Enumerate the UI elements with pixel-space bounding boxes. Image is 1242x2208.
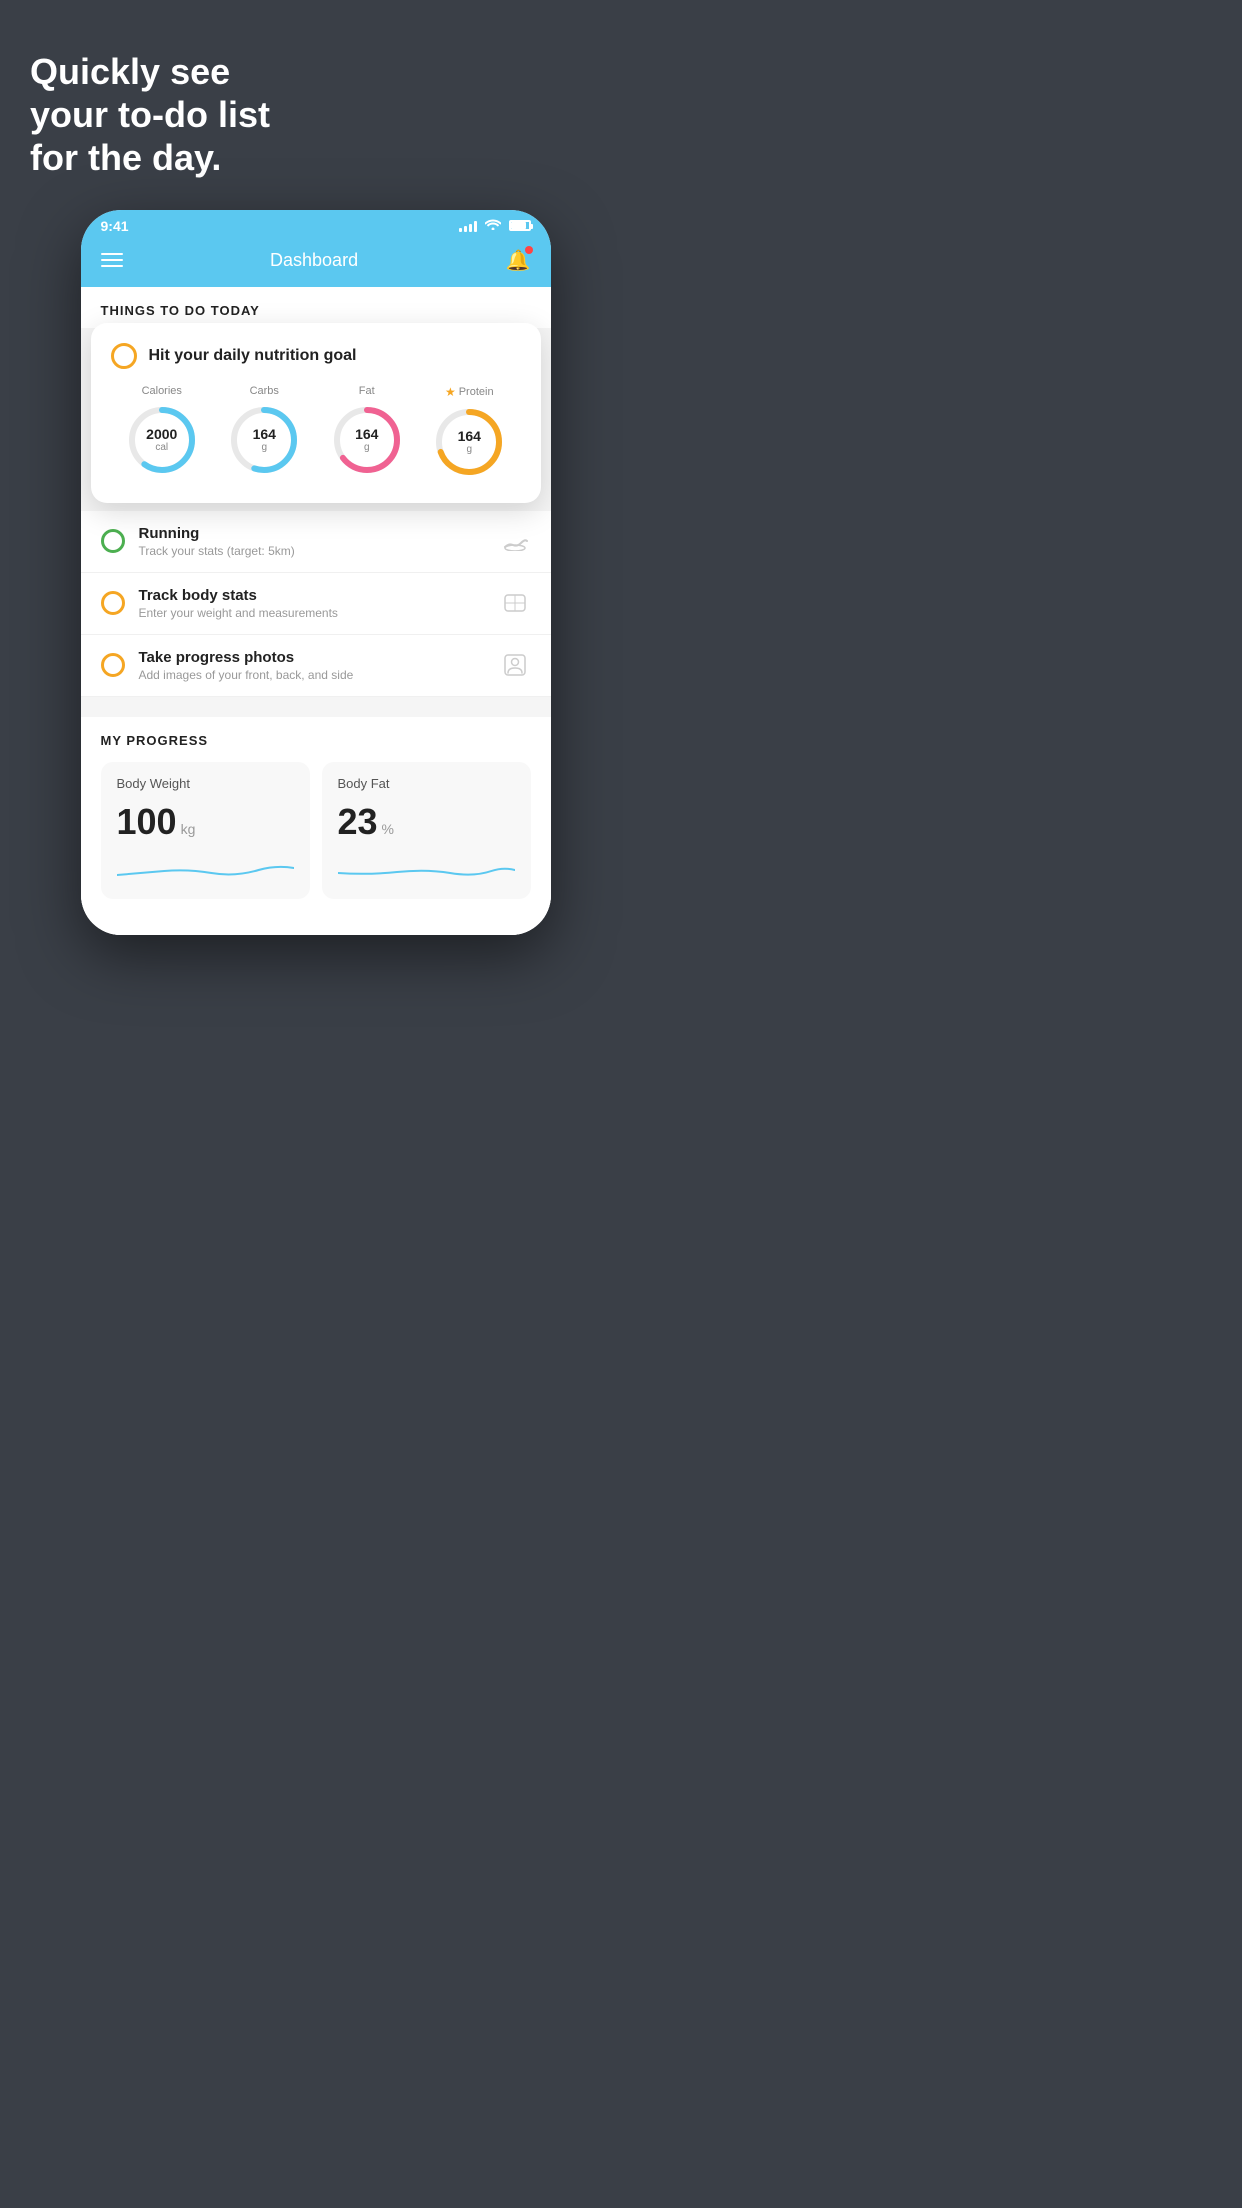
app-content: THINGS TO DO TODAY Hit your daily nutrit… — [81, 287, 551, 935]
headline-line1: Quickly see — [30, 51, 230, 92]
nutrition-protein: ★ Protein 164 g — [432, 385, 506, 479]
progress-photos-checkbox[interactable] — [101, 653, 125, 677]
nutrition-card-title: Hit your daily nutrition goal — [149, 347, 357, 365]
body-fat-value: 23 % — [338, 801, 515, 843]
carbs-unit: g — [253, 442, 276, 453]
wifi-icon — [485, 218, 501, 233]
nutrition-calories: Calories 2000 cal — [125, 385, 199, 477]
calories-unit: cal — [146, 442, 177, 453]
star-icon: ★ — [445, 385, 456, 399]
body-fat-card[interactable]: Body Fat 23 % — [322, 762, 531, 899]
battery-icon — [509, 220, 531, 231]
headline-line2: your to-do list — [30, 94, 270, 135]
calories-donut: 2000 cal — [125, 403, 199, 477]
fat-unit: g — [355, 442, 378, 453]
things-to-do-title: THINGS TO DO TODAY — [101, 303, 531, 318]
progress-photos-subtitle: Add images of your front, back, and side — [139, 668, 485, 682]
protein-unit: g — [458, 444, 481, 455]
protein-label: ★ Protein — [445, 385, 494, 399]
page-background: Quickly see your to-do list for the day.… — [0, 0, 621, 1104]
carbs-label: Carbs — [250, 385, 279, 397]
todo-item-body-stats[interactable]: Track body stats Enter your weight and m… — [81, 573, 551, 635]
app-header: Dashboard 🔔 — [81, 238, 551, 287]
fat-label: Fat — [359, 385, 375, 397]
body-weight-unit: kg — [181, 821, 196, 837]
body-stats-checkbox[interactable] — [101, 591, 125, 615]
status-bar: 9:41 — [81, 210, 551, 238]
person-icon — [499, 649, 531, 681]
fat-value: 164 — [355, 426, 378, 441]
scale-icon — [499, 587, 531, 619]
calories-value: 2000 — [146, 426, 177, 441]
things-to-do-section: THINGS TO DO TODAY — [81, 287, 551, 328]
body-fat-unit: % — [382, 821, 394, 837]
menu-button[interactable] — [101, 253, 123, 267]
body-fat-card-title: Body Fat — [338, 776, 515, 791]
body-fat-chart — [338, 855, 515, 885]
nutrition-card-header: Hit your daily nutrition goal — [111, 343, 521, 369]
my-progress-section: MY PROGRESS Body Weight 100 kg — [81, 717, 551, 915]
body-weight-card[interactable]: Body Weight 100 kg — [101, 762, 310, 899]
protein-value: 164 — [458, 428, 481, 443]
body-fat-number: 23 — [338, 801, 378, 843]
todo-item-progress-photos[interactable]: Take progress photos Add images of your … — [81, 635, 551, 697]
body-weight-number: 100 — [117, 801, 177, 843]
progress-photos-title: Take progress photos — [139, 649, 485, 666]
todo-item-running[interactable]: Running Track your stats (target: 5km) — [81, 511, 551, 573]
status-time: 9:41 — [101, 218, 129, 234]
phone-mockup: 9:41 — [81, 210, 551, 935]
body-weight-chart — [117, 855, 294, 885]
progress-photos-text: Take progress photos Add images of your … — [139, 649, 485, 682]
signal-bars-icon — [459, 220, 477, 232]
phone-bottom — [81, 915, 551, 935]
running-title: Running — [139, 525, 485, 542]
fat-donut: 164 g — [330, 403, 404, 477]
my-progress-title: MY PROGRESS — [101, 733, 531, 748]
protein-donut: 164 g — [432, 405, 506, 479]
running-icon — [499, 525, 531, 557]
nutrition-card[interactable]: Hit your daily nutrition goal Calories — [91, 323, 541, 503]
todo-list: Running Track your stats (target: 5km) — [81, 511, 551, 697]
progress-cards: Body Weight 100 kg Body Fat — [101, 762, 531, 899]
body-weight-value: 100 kg — [117, 801, 294, 843]
carbs-value: 164 — [253, 426, 276, 441]
running-checkbox[interactable] — [101, 529, 125, 553]
nutrition-circles: Calories 2000 cal — [111, 385, 521, 479]
nutrition-carbs: Carbs 164 g — [227, 385, 301, 477]
running-subtitle: Track your stats (target: 5km) — [139, 544, 485, 558]
nutrition-fat: Fat 164 g — [330, 385, 404, 477]
header-title: Dashboard — [270, 250, 358, 271]
body-stats-text: Track body stats Enter your weight and m… — [139, 587, 485, 620]
body-stats-title: Track body stats — [139, 587, 485, 604]
headline-line3: for the day. — [30, 137, 221, 178]
calories-label: Calories — [142, 385, 182, 397]
body-weight-card-title: Body Weight — [117, 776, 294, 791]
status-icons — [459, 218, 531, 233]
carbs-donut: 164 g — [227, 403, 301, 477]
body-stats-subtitle: Enter your weight and measurements — [139, 606, 485, 620]
nutrition-checkbox[interactable] — [111, 343, 137, 369]
notification-badge — [525, 246, 533, 254]
headline: Quickly see your to-do list for the day. — [30, 50, 601, 180]
running-text: Running Track your stats (target: 5km) — [139, 525, 485, 558]
notification-button[interactable]: 🔔 — [506, 248, 531, 273]
